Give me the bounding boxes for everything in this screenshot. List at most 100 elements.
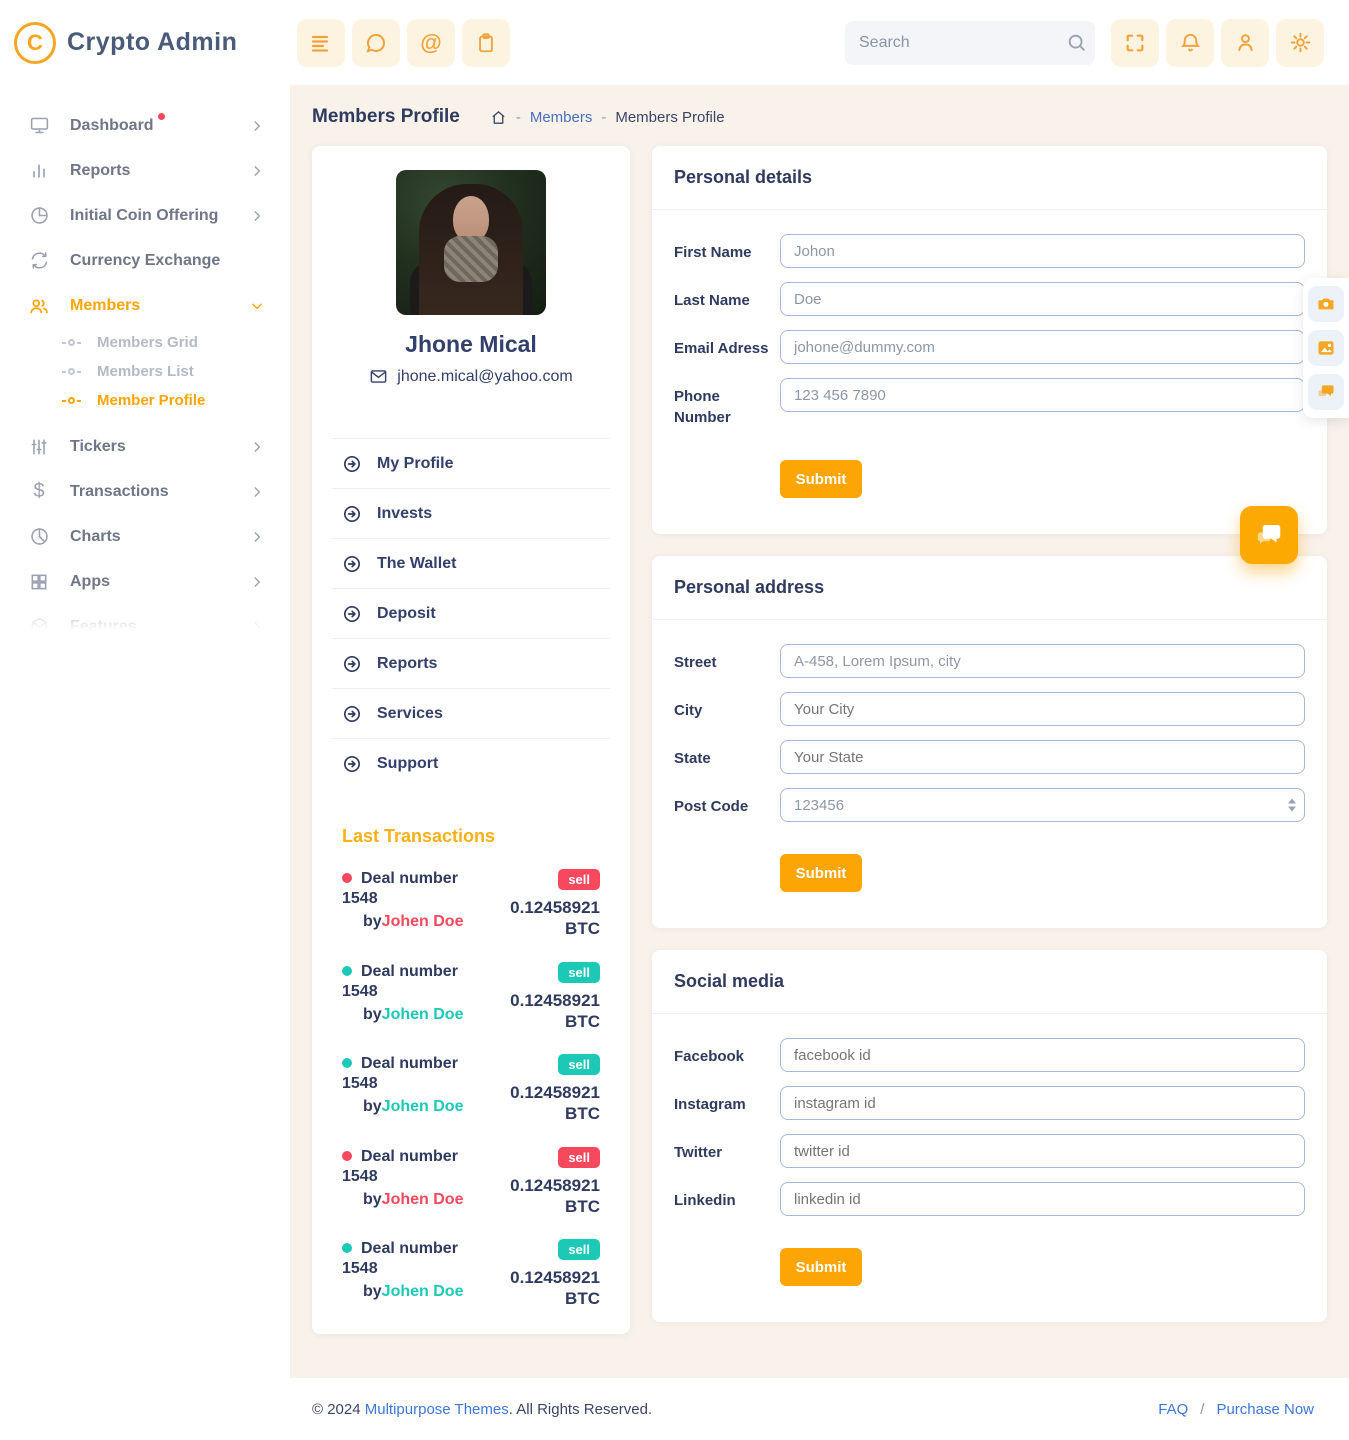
profile-menu-item-my-profile[interactable]: My Profile — [332, 438, 610, 488]
faq-link[interactable]: FAQ — [1158, 1401, 1188, 1418]
card-title: Personal address — [674, 577, 825, 597]
chat-button[interactable] — [352, 18, 400, 67]
users-icon — [28, 295, 50, 317]
deal-label: Deal number 1548 — [342, 1147, 458, 1185]
card-title: Social media — [674, 971, 785, 991]
facebook-input[interactable] — [780, 1038, 1305, 1072]
personal-address-card: Personal address Street City State — [652, 556, 1327, 928]
transaction-row[interactable]: Deal number 1548 byJohen Doe sell 0.1245… — [342, 869, 600, 940]
post-code-input[interactable] — [780, 788, 1305, 822]
brand-logo[interactable]: C Crypto Admin — [0, 21, 290, 64]
counterparty-name: Johen Doe — [381, 913, 464, 930]
sidebar-item-dashboard[interactable]: Dashboard — [0, 103, 290, 148]
deal-label: Deal number 1548 — [342, 1240, 458, 1277]
menu-toggle-button[interactable] — [297, 18, 345, 67]
search-input[interactable] — [859, 33, 1066, 52]
state-input[interactable] — [780, 740, 1305, 774]
profile-menu-item-the-wallet[interactable]: The Wallet — [332, 538, 610, 588]
profile-menu-item-deposit[interactable]: Deposit — [332, 588, 610, 638]
deal-label: Deal number 1548 — [342, 962, 458, 1000]
image-icon — [1316, 338, 1336, 358]
search-icon[interactable] — [1066, 32, 1088, 54]
email-input[interactable] — [780, 330, 1305, 364]
field-label-instagram: Instagram — [674, 1096, 746, 1113]
field-label-last-name: Last Name — [674, 292, 750, 309]
settings-button[interactable] — [1276, 18, 1324, 67]
chat-fab-button[interactable] — [1240, 506, 1298, 564]
sidebar-item-label: Transactions — [70, 482, 169, 500]
profile-menu-item-support[interactable]: Support — [332, 738, 610, 788]
twitter-input[interactable] — [780, 1134, 1305, 1168]
clipboard-button[interactable] — [462, 18, 510, 67]
user-icon — [1234, 31, 1257, 54]
chat-bubble-icon — [364, 31, 388, 55]
purchase-now-link[interactable]: Purchase Now — [1216, 1401, 1314, 1418]
sidebar-subitem-members-grid[interactable]: Members Grid — [0, 328, 290, 357]
by-label: by — [363, 1190, 382, 1208]
status-dot — [342, 1058, 352, 1068]
linkedin-input[interactable] — [780, 1182, 1305, 1216]
transaction-row[interactable]: Deal number 1548 byJohen Doe sell 0.1245… — [342, 1239, 600, 1310]
sidebar-item-initial-coin-offering[interactable]: Initial Coin Offering — [0, 193, 290, 238]
chevron-right-icon — [250, 119, 264, 133]
floating-tools-panel — [1303, 278, 1349, 418]
mentions-button[interactable]: @ — [407, 18, 455, 67]
first-name-input[interactable] — [780, 234, 1305, 268]
social-media-submit-button[interactable]: Submit — [780, 1248, 862, 1286]
menu-item-label: My Profile — [377, 454, 454, 472]
sidebar-item-transactions[interactable]: $ Transactions — [0, 469, 290, 514]
notifications-button[interactable] — [1166, 18, 1214, 67]
camera-button[interactable] — [1308, 286, 1344, 322]
personal-details-submit-button[interactable]: Submit — [780, 460, 862, 498]
sidebar-item-members[interactable]: Members — [0, 283, 290, 328]
deal-label: Deal number 1548 — [342, 1055, 458, 1092]
main-content: Members Profile - Members - Members Prof… — [290, 85, 1349, 1378]
by-label: by — [363, 913, 382, 930]
transaction-row[interactable]: Deal number 1548 byJohen Doe sell 0.1245… — [342, 961, 600, 1033]
chat-panel-button[interactable] — [1308, 374, 1344, 410]
sell-badge: sell — [558, 1146, 600, 1168]
camera-icon — [1316, 294, 1336, 314]
transaction-amount: 0.12458921 BTC — [510, 1083, 600, 1124]
personal-address-submit-button[interactable]: Submit — [780, 854, 862, 892]
sidebar-item-reports[interactable]: Reports — [0, 148, 290, 193]
sidebar-item-charts[interactable]: Charts — [0, 514, 290, 559]
profile-menu: My Profile Invests The Wallet Deposit Re… — [332, 438, 610, 788]
sidebar-item-tickers[interactable]: Tickers — [0, 424, 290, 469]
field-label-twitter: Twitter — [674, 1144, 723, 1161]
sidebar-item-currency-exchange[interactable]: Currency Exchange — [0, 238, 290, 283]
number-stepper-icon[interactable] — [1288, 798, 1296, 812]
breadcrumb-link-members[interactable]: Members — [530, 109, 593, 126]
sidebar-subitem-member-profile[interactable]: Member Profile — [0, 386, 290, 415]
sliders-icon — [28, 437, 50, 457]
fullscreen-icon — [1124, 32, 1146, 54]
phone-number-input[interactable] — [780, 378, 1305, 412]
menu-lines-icon — [309, 31, 333, 55]
profile-button[interactable] — [1221, 18, 1269, 67]
arrow-circle-icon — [342, 554, 362, 574]
city-input[interactable] — [780, 692, 1305, 726]
sidebar-subitem-members-list[interactable]: Members List — [0, 357, 290, 386]
multipurpose-themes-link[interactable]: Multipurpose Themes — [365, 1401, 509, 1418]
sidebar-item-label: Tickers — [70, 437, 126, 455]
exchange-icon — [28, 250, 50, 271]
instagram-input[interactable] — [780, 1086, 1305, 1120]
transaction-row[interactable]: Deal number 1548 byJohen Doe sell 0.1245… — [342, 1146, 600, 1218]
sidebar-item-features[interactable]: Features — [0, 604, 290, 649]
image-button[interactable] — [1308, 330, 1344, 366]
transaction-row[interactable]: Deal number 1548 byJohen Doe sell 0.1245… — [342, 1054, 600, 1125]
street-input[interactable] — [780, 644, 1305, 678]
home-icon[interactable] — [490, 109, 507, 126]
sidebar-item-apps[interactable]: Apps — [0, 559, 290, 604]
field-label-city: City — [674, 702, 703, 719]
sidebar-item-label: Charts — [70, 527, 121, 545]
sidebar-item-label: Initial Coin Offering — [70, 206, 219, 224]
profile-menu-item-reports[interactable]: Reports — [332, 638, 610, 688]
card-title: Personal details — [674, 167, 813, 187]
pie-chart-icon — [28, 205, 50, 226]
profile-menu-item-services[interactable]: Services — [332, 688, 610, 738]
bullet-icon — [62, 397, 81, 404]
last-name-input[interactable] — [780, 282, 1305, 316]
profile-menu-item-invests[interactable]: Invests — [332, 488, 610, 538]
fullscreen-button[interactable] — [1111, 18, 1159, 67]
